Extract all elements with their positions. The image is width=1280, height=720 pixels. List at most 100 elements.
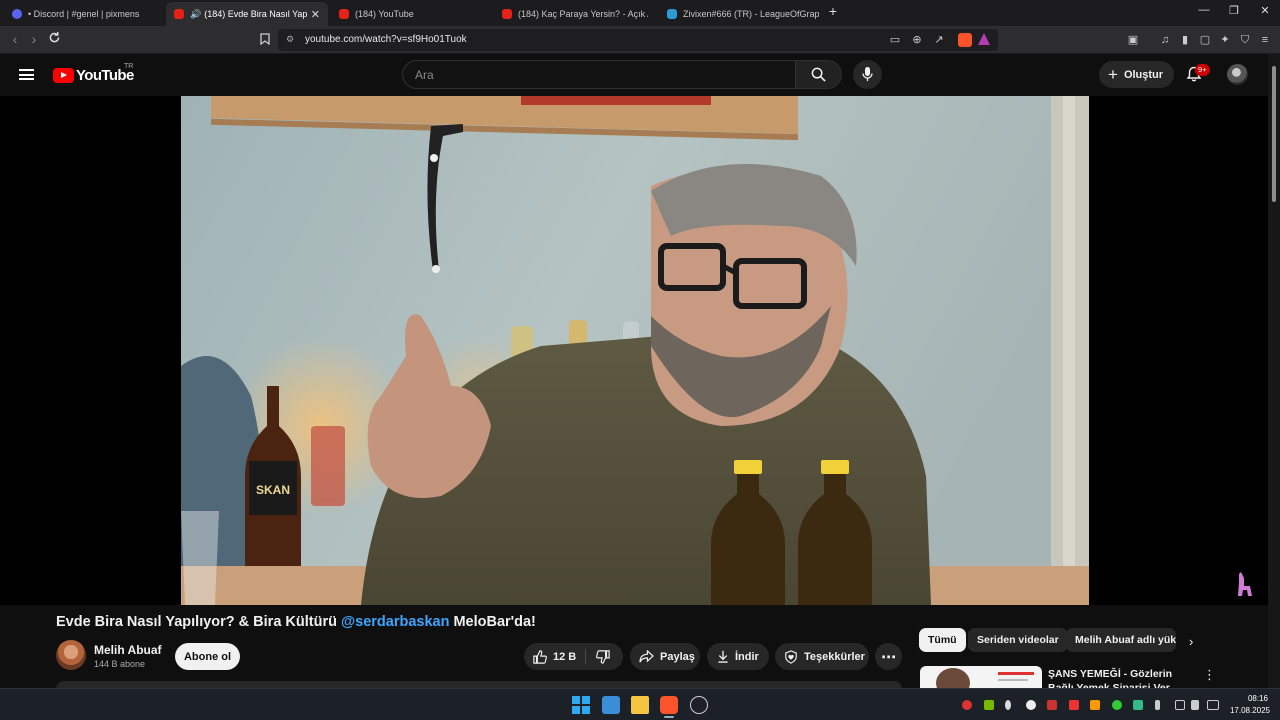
tray-green-icon[interactable] (1112, 700, 1122, 710)
chip-series[interactable]: Seriden videolar (968, 628, 1068, 652)
guide-menu-icon[interactable] (19, 69, 34, 80)
windows-start-icon[interactable] (572, 696, 590, 714)
speaker-icon[interactable]: 🔊 (190, 9, 201, 20)
battery-icon[interactable] (1207, 700, 1219, 710)
youtube-play-icon (53, 68, 74, 83)
forward-button[interactable]: › (25, 31, 43, 47)
maximize-button[interactable]: ❐ (1219, 4, 1249, 17)
tab-label: • Discord | #genel | pixmens (28, 9, 140, 19)
chips-next-arrow[interactable]: › (1189, 634, 1193, 649)
chip-channel-uploads[interactable]: Melih Abuaf adlı yükle (1066, 628, 1176, 652)
video-title-suffix: MeloBar'da! (449, 614, 536, 630)
close-tab-icon[interactable]: ✕ (311, 8, 320, 21)
chip-all[interactable]: Tümü (919, 628, 966, 652)
subscribe-button[interactable]: Abone ol (175, 643, 240, 670)
youtube-logo[interactable]: YouTube (53, 67, 134, 84)
new-tab-button[interactable]: + (818, 3, 848, 19)
network-icon[interactable] (1175, 700, 1185, 710)
site-info-icon[interactable]: ⚙ (286, 34, 294, 45)
photos-app-icon[interactable] (602, 696, 620, 714)
nvidia-icon[interactable] (984, 700, 994, 710)
media-icon[interactable]: ♫ (1158, 33, 1172, 47)
reload-button[interactable] (45, 31, 63, 47)
clock-date[interactable]: 17.08.2025 (1225, 706, 1275, 715)
close-window-button[interactable]: ✕ (1250, 4, 1280, 17)
video-frame[interactable]: SKAN (181, 96, 1089, 605)
back-button[interactable]: ‹ (6, 31, 24, 47)
brave-rewards-icon[interactable] (978, 33, 990, 45)
create-button[interactable]: + Oluştur (1099, 61, 1174, 88)
tab-discord[interactable]: • Discord | #genel | pixmens (4, 2, 164, 26)
youtube-icon (502, 9, 512, 19)
discord-icon (12, 9, 22, 19)
share-label: Paylaş (660, 650, 695, 663)
brave-browser-icon[interactable] (660, 696, 678, 714)
url-text[interactable]: youtube.com/watch?v=sf9Ho01Tuok (305, 34, 467, 45)
notification-badge: 9+ (1195, 64, 1210, 76)
share-page-icon[interactable]: ↗ (932, 33, 946, 47)
tab-youtube-auction[interactable]: (184) Kaç Paraya Yersin? - Açık Artırm (494, 2, 652, 26)
volume-icon[interactable] (1191, 700, 1199, 710)
browser-toolbar: ‹ › ⚙ youtube.com/watch?v=sf9Ho01Tuok ▭ … (0, 26, 1280, 54)
tray-record-icon[interactable] (1069, 700, 1079, 710)
tray-app-icon[interactable] (962, 700, 972, 710)
voice-search-button[interactable] (853, 60, 882, 89)
tab-label: Zivixen#666 (TR) - LeagueOfGraphs (683, 9, 819, 19)
share-button[interactable]: Paylaş (630, 643, 700, 670)
leagueofgraphs-icon (667, 9, 677, 19)
zoom-icon[interactable]: ⊕ (910, 33, 924, 47)
thanks-button[interactable]: Teşekkürler (775, 643, 869, 670)
tray-shield-icon[interactable] (1133, 700, 1143, 710)
menu-icon[interactable]: ≡ (1258, 33, 1272, 47)
channel-name[interactable]: Melih Abuaf (94, 643, 162, 657)
page-scrollbar[interactable] (1268, 54, 1280, 688)
microphone-tray-icon[interactable] (1155, 700, 1160, 710)
search-button[interactable] (795, 61, 841, 88)
tray-download-icon[interactable] (1047, 700, 1057, 710)
search-input[interactable] (403, 61, 796, 88)
video-player[interactable]: SKAN (0, 96, 1268, 605)
more-actions-button[interactable]: ⋯ (875, 643, 902, 670)
bookmark-icon[interactable] (258, 33, 272, 47)
tab-label: (184) Evde Bira Nasıl Yapılıyor (204, 9, 309, 19)
share-icon (639, 650, 654, 663)
tab-youtube-video[interactable]: 🔊 (184) Evde Bira Nasıl Yapılıyor ✕ (166, 2, 328, 26)
search-icon (811, 67, 826, 82)
download-label: İndir (735, 650, 759, 663)
tray-back-icon[interactable] (1005, 700, 1011, 710)
recommended-more-icon[interactable]: ⋮ (1203, 667, 1216, 683)
download-icon (718, 650, 728, 663)
chatgpt-app-icon[interactable] (690, 696, 708, 714)
file-explorer-icon[interactable] (631, 696, 649, 714)
mention-link[interactable]: @serdarbaskan (341, 614, 449, 630)
sidebar-panel-icon[interactable]: ▣ (1126, 33, 1140, 47)
user-avatar[interactable] (1227, 64, 1248, 85)
thumbs-up-icon (533, 649, 547, 664)
browser-tab-strip: • Discord | #genel | pixmens 🔊 (184) Evd… (0, 0, 1280, 26)
brave-shields-icon[interactable] (958, 33, 972, 47)
minimize-button[interactable]: — (1189, 4, 1219, 16)
cast-icon[interactable]: ▭ (888, 33, 902, 47)
channel-avatar[interactable] (56, 640, 86, 670)
steam-icon[interactable] (1026, 700, 1036, 710)
address-bar[interactable]: ⚙ youtube.com/watch?v=sf9Ho01Tuok ▭ ⊕ ↗ (278, 29, 998, 51)
clock-time[interactable]: 08:16 (1238, 694, 1278, 703)
like-button[interactable]: 12 B (524, 643, 585, 670)
leo-ai-icon[interactable]: ✦ (1218, 33, 1232, 47)
download-button[interactable]: İndir (707, 643, 769, 670)
llama-extension-icon[interactable] (1236, 570, 1256, 596)
tab-leagueofgraphs[interactable]: Zivixen#666 (TR) - LeagueOfGraphs (659, 2, 819, 26)
reader-icon[interactable]: ▮ (1178, 33, 1192, 47)
dislike-button[interactable] (586, 643, 623, 670)
video-title-text: Evde Bira Nasıl Yapılıyor? & Bira Kültür… (56, 614, 341, 630)
scrollbar-thumb[interactable] (1272, 66, 1276, 202)
microphone-icon (862, 67, 873, 81)
vpn-icon[interactable]: ⛉ (1238, 33, 1252, 47)
wallet-icon[interactable]: ▢ (1198, 33, 1212, 47)
active-app-indicator (664, 716, 674, 718)
super-thanks-icon (785, 649, 797, 664)
tray-orange-icon[interactable] (1090, 700, 1100, 710)
tab-youtube-home[interactable]: (184) YouTube (331, 2, 491, 26)
like-dislike-group: 12 B (524, 643, 623, 670)
recommended-thumbnail[interactable] (920, 666, 1042, 690)
